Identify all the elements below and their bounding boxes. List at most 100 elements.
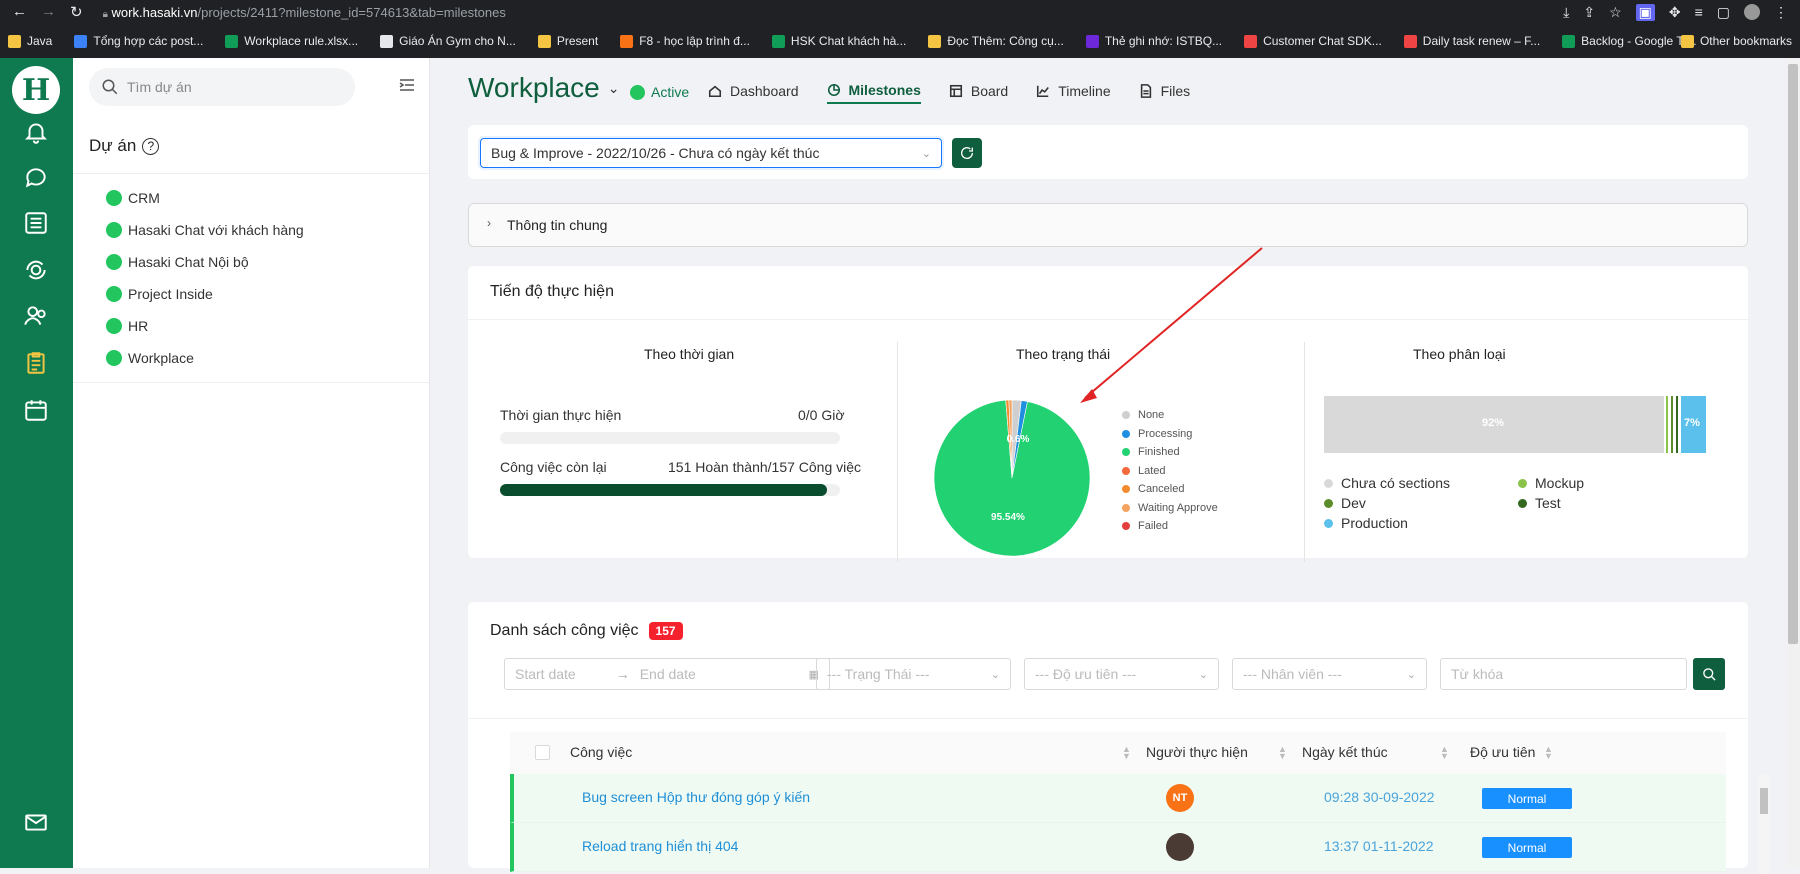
col-task[interactable]: Công việc xyxy=(570,744,632,760)
project-item[interactable]: HR xyxy=(73,310,429,342)
bookmark-item[interactable]: Tổng hợp các post... xyxy=(74,34,203,48)
bookmark-item[interactable]: F8 - học lập trình đ... xyxy=(620,34,750,48)
bookmark-icon xyxy=(537,34,551,48)
bookmark-item[interactable]: Giáo Án Gym cho N... xyxy=(380,34,516,48)
bookmark-icon xyxy=(1403,34,1417,48)
project-status-dot xyxy=(106,222,122,238)
priority-badge: Normal xyxy=(1482,837,1572,858)
hasaki-logo[interactable]: H xyxy=(12,66,60,114)
task-link[interactable]: Reload trang hiển thị 404 xyxy=(582,838,738,854)
table-scrollbar[interactable] xyxy=(1758,774,1770,874)
menu-icon[interactable]: ⋮ xyxy=(1774,4,1788,21)
project-item[interactable]: Hasaki Chat Nội bộ xyxy=(73,246,429,278)
bookmark-item[interactable]: Daily task renew – F... xyxy=(1403,34,1540,48)
bookmark-label: Tổng hợp các post... xyxy=(93,34,204,48)
table-scrollbar-thumb[interactable] xyxy=(1760,788,1768,814)
window-icon[interactable]: ▢ xyxy=(1717,4,1730,21)
project-status-dot xyxy=(106,190,122,206)
back-icon[interactable]: ← xyxy=(12,3,27,21)
col-assignee[interactable]: Người thực hiện xyxy=(1146,744,1248,760)
task-table: Công việc ▲ ▼ Người thực hiện ▲ ▼ Ngày kết… xyxy=(510,732,1770,874)
bookmark-item[interactable]: Present xyxy=(537,34,598,48)
address-bar[interactable]: 🔒︎ work.hasaki.vn/projects/2411?mileston… xyxy=(103,5,506,20)
project-item-label: Workplace xyxy=(128,350,194,366)
priority-filter[interactable]: --- Độ ưu tiên --- ⌄ xyxy=(1024,658,1219,690)
puzzle-icon[interactable]: ✥ xyxy=(1669,4,1681,21)
table-row[interactable]: Bug screen Hộp thư đóng góp ý kiến NT 09:2… xyxy=(510,774,1726,823)
queue-icon[interactable]: ≡ xyxy=(1695,4,1703,21)
share-icon[interactable]: ⇪ xyxy=(1583,4,1595,21)
start-date-placeholder: Start date xyxy=(515,666,576,682)
project-status-dot xyxy=(106,318,122,334)
bookmark-icon xyxy=(8,34,21,48)
priority-filter-placeholder: --- Độ ưu tiên --- xyxy=(1035,666,1137,682)
bookmark-label: F8 - học lập trình đ... xyxy=(639,34,750,48)
bookmark-label: Giáo Án Gym cho N... xyxy=(399,34,516,48)
bookmark-label: Customer Chat SDK... xyxy=(1263,34,1382,48)
project-item[interactable]: CRM xyxy=(73,182,429,214)
clipboard-icon[interactable] xyxy=(22,349,50,377)
bookmark-item[interactable]: Đọc Thêm: Công cụ... xyxy=(928,34,1064,48)
help-icon[interactable]: ? xyxy=(142,137,160,155)
bookmark-item[interactable]: Customer Chat SDK... xyxy=(1244,34,1382,48)
date-range-picker[interactable]: Start date → End date ▦ xyxy=(504,658,830,690)
bookmark-icon xyxy=(928,34,942,48)
extension-icon[interactable]: ▣ xyxy=(1635,3,1655,21)
browser-toolbar: ← → ↻ 🔒︎ work.hasaki.vn/projects/2411?mi… xyxy=(0,0,1800,24)
bookmark-item[interactable]: Thẻ ghi nhớ: ISTBQ... xyxy=(1085,34,1223,48)
star-icon[interactable]: ☆ xyxy=(1609,4,1622,21)
calendar-icon[interactable] xyxy=(22,396,50,424)
avatar[interactable] xyxy=(1166,833,1194,861)
status-filter[interactable]: --- Trạng Thái --- ⌄ xyxy=(816,658,1011,690)
bookmark-item[interactable]: Backlog - Google Tr... xyxy=(1562,34,1697,48)
search-icon xyxy=(1702,667,1716,681)
bookmark-item[interactable]: Workplace rule.xlsx... xyxy=(225,34,358,48)
cycle-icon[interactable] xyxy=(22,256,50,284)
bookmark-item[interactable]: Java xyxy=(8,34,52,48)
col-task-label: Công việc xyxy=(570,744,633,760)
keyword-input[interactable]: Từ khóa xyxy=(1440,658,1687,690)
sort-icon[interactable]: ▲ ▼ xyxy=(1122,745,1131,761)
staff-filter-placeholder: --- Nhân viên --- xyxy=(1243,666,1342,682)
collapse-menu-icon[interactable] xyxy=(399,78,415,92)
forward-icon[interactable]: → xyxy=(41,3,56,21)
project-item-label: HR xyxy=(128,318,149,334)
end-date-placeholder: End date xyxy=(639,666,696,682)
browser-nav: ← → ↻ xyxy=(0,3,95,21)
project-item[interactable]: Project Inside xyxy=(73,278,429,310)
sort-icon[interactable]: ▲ ▼ xyxy=(1440,745,1449,761)
bookmark-label: Backlog - Google Tr... xyxy=(1581,34,1697,48)
bell-icon[interactable] xyxy=(22,118,50,146)
other-bookmarks[interactable]: Other bookmarks xyxy=(1680,34,1792,48)
project-item-label: Hasaki Chat với khách hàng xyxy=(128,222,304,238)
profile-avatar[interactable] xyxy=(1744,3,1760,20)
task-count-badge: 157 xyxy=(648,622,683,640)
page-scrollbar[interactable] xyxy=(1786,58,1800,868)
bookmark-label: Workplace rule.xlsx... xyxy=(244,34,359,48)
sort-icon[interactable]: ▲ ▼ xyxy=(1544,745,1553,761)
chat-icon[interactable] xyxy=(22,163,50,191)
sort-icon[interactable]: ▲ ▼ xyxy=(1278,745,1287,761)
staff-filter[interactable]: --- Nhân viên --- ⌄ xyxy=(1232,658,1427,690)
mail-icon[interactable] xyxy=(22,808,50,836)
bookmark-label: Java xyxy=(27,34,53,48)
browser-actions: ⤓ ⇪ ☆ ▣ ✥ ≡ ▢ ⋮ xyxy=(1563,3,1800,21)
list-icon[interactable] xyxy=(22,209,50,237)
project-search-input[interactable]: Tìm dự án xyxy=(89,68,355,106)
team-icon[interactable] xyxy=(22,302,50,330)
select-all-checkbox[interactable] xyxy=(535,745,550,760)
col-priority[interactable]: Độ ưu tiên xyxy=(1470,744,1535,760)
project-item[interactable]: Workplace xyxy=(73,342,429,374)
bookmark-item[interactable]: HSK Chat khách hà... xyxy=(771,34,906,48)
task-link[interactable]: Bug screen Hộp thư đóng góp ý kiến xyxy=(582,789,810,805)
download-icon[interactable]: ⤓ xyxy=(1563,4,1569,21)
priority-badge: Normal xyxy=(1482,788,1572,809)
page-scrollbar-thumb[interactable] xyxy=(1788,64,1798,644)
search-button[interactable] xyxy=(1693,658,1725,690)
avatar[interactable]: NT xyxy=(1166,784,1194,812)
bookmark-label: Thẻ ghi nhớ: ISTBQ... xyxy=(1104,34,1223,48)
project-item[interactable]: Hasaki Chat với khách hàng xyxy=(73,214,429,246)
table-row[interactable]: Reload trang hiển thị 404 13:37 01-11-202… xyxy=(510,823,1726,872)
reload-icon[interactable]: ↻ xyxy=(70,3,83,21)
col-end-date[interactable]: Ngày kết thúc xyxy=(1302,744,1388,760)
